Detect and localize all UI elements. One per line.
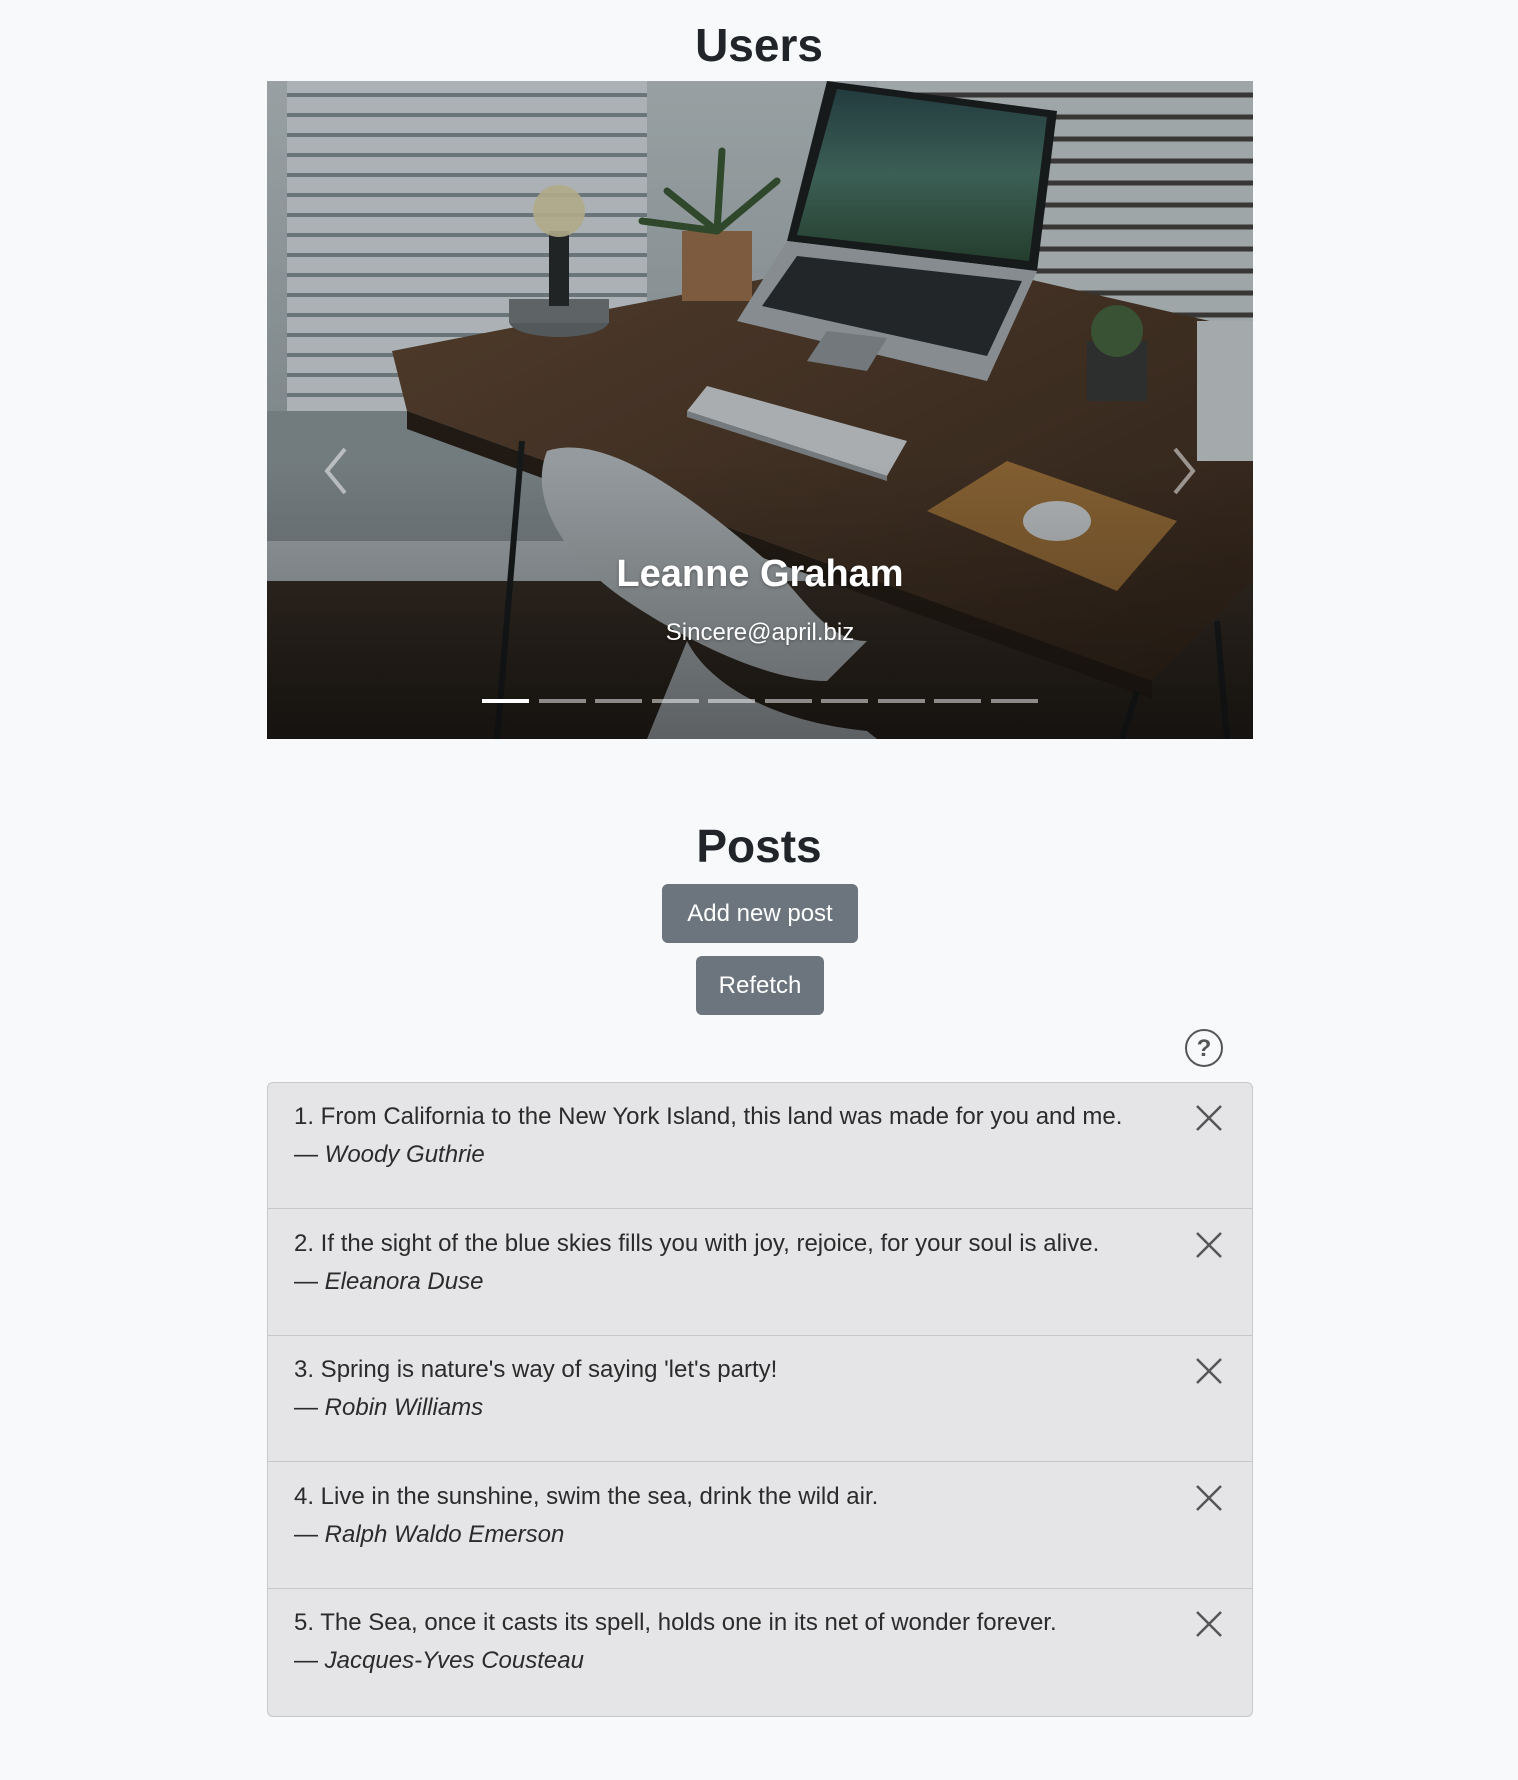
user-name: Leanne Graham (616, 553, 904, 595)
author-name: Ralph Waldo Emerson (324, 1520, 565, 1548)
question-circle-icon[interactable]: ? (1184, 1028, 1224, 1068)
posts-heading: Posts (696, 820, 822, 872)
page: Users Leanne Graham Sincere@april.biz Po… (0, 0, 1518, 1780)
post-text: 5. The Sea, once it casts its spell, hol… (294, 1609, 1057, 1637)
user-email: Sincere@april.biz (665, 619, 855, 646)
add-new-post-button[interactable]: Add new post (662, 884, 858, 943)
chevron-left-icon (324, 447, 347, 495)
carousel-indicator[interactable] (651, 699, 699, 703)
author-dash: — (294, 1141, 325, 1168)
svg-text:?: ? (1197, 1035, 1212, 1062)
post-list: 1. From California to the New York Islan… (267, 1082, 1253, 1717)
carousel-indicator[interactable] (708, 699, 755, 703)
list-item: 4. Live in the sunshine, swim the sea, d… (268, 1463, 1252, 1589)
carousel-prev-button[interactable] (317, 441, 357, 501)
author-dash: — (294, 1520, 325, 1548)
delete-post-button[interactable] (1192, 1228, 1226, 1262)
close-icon (1196, 1358, 1222, 1385)
list-item: 3. Spring is nature's way of saying 'let… (268, 1336, 1252, 1463)
user-carousel[interactable]: Leanne Graham Sincere@april.biz (267, 81, 1253, 739)
author-name: Woody Guthrie (324, 1141, 485, 1168)
close-icon (1196, 1231, 1222, 1258)
carousel-indicator[interactable] (764, 699, 812, 703)
post-text: 3. Spring is nature's way of saying 'let… (294, 1356, 778, 1384)
close-icon (1196, 1484, 1222, 1511)
post-author: — Jacques-Yves Cousteau (294, 1645, 584, 1676)
carousel-indicator[interactable] (538, 699, 586, 703)
post-text: 2. If the sight of the blue skies fills … (294, 1229, 1100, 1257)
carousel-indicator[interactable] (821, 699, 868, 703)
post-author: — Ralph Waldo Emerson (294, 1519, 564, 1550)
author-name: Jacques-Yves Cousteau (324, 1647, 584, 1675)
post-text: 4. Live in the sunshine, swim the sea, d… (294, 1482, 879, 1510)
author-dash: — (294, 1267, 325, 1295)
carousel-indicator[interactable] (877, 699, 925, 703)
post-author: — Robin Williams (294, 1392, 483, 1423)
post-author: — Eleanora Duse (294, 1266, 483, 1297)
users-heading: Users (695, 19, 823, 71)
author-name: Eleanora Duse (324, 1267, 484, 1295)
close-icon (1196, 1105, 1222, 1131)
chevron-right-icon (1173, 447, 1196, 495)
carousel-indicator[interactable] (595, 699, 642, 703)
carousel-indicator[interactable] (990, 699, 1038, 703)
post-author: — Woody Guthrie (294, 1139, 485, 1170)
carousel-indicator[interactable] (482, 699, 529, 703)
delete-post-button[interactable] (1192, 1101, 1226, 1135)
close-icon (1196, 1611, 1222, 1638)
delete-post-button[interactable] (1192, 1481, 1226, 1515)
refetch-button[interactable]: Refetch (696, 956, 824, 1015)
post-text: 1. From California to the New York Islan… (294, 1103, 1123, 1130)
carousel-next-button[interactable] (1163, 441, 1203, 501)
delete-post-button[interactable] (1192, 1354, 1226, 1388)
list-item: 2. If the sight of the blue skies fills … (268, 1210, 1252, 1336)
carousel-indicators (482, 692, 1042, 712)
author-dash: — (294, 1394, 325, 1422)
author-name: Robin Williams (324, 1394, 484, 1422)
list-item: 5. The Sea, once it casts its spell, hol… (268, 1589, 1252, 1715)
author-dash: — (294, 1647, 325, 1675)
carousel-indicator[interactable] (934, 699, 981, 703)
list-item: 1. From California to the New York Islan… (268, 1083, 1252, 1209)
delete-post-button[interactable] (1192, 1607, 1226, 1641)
